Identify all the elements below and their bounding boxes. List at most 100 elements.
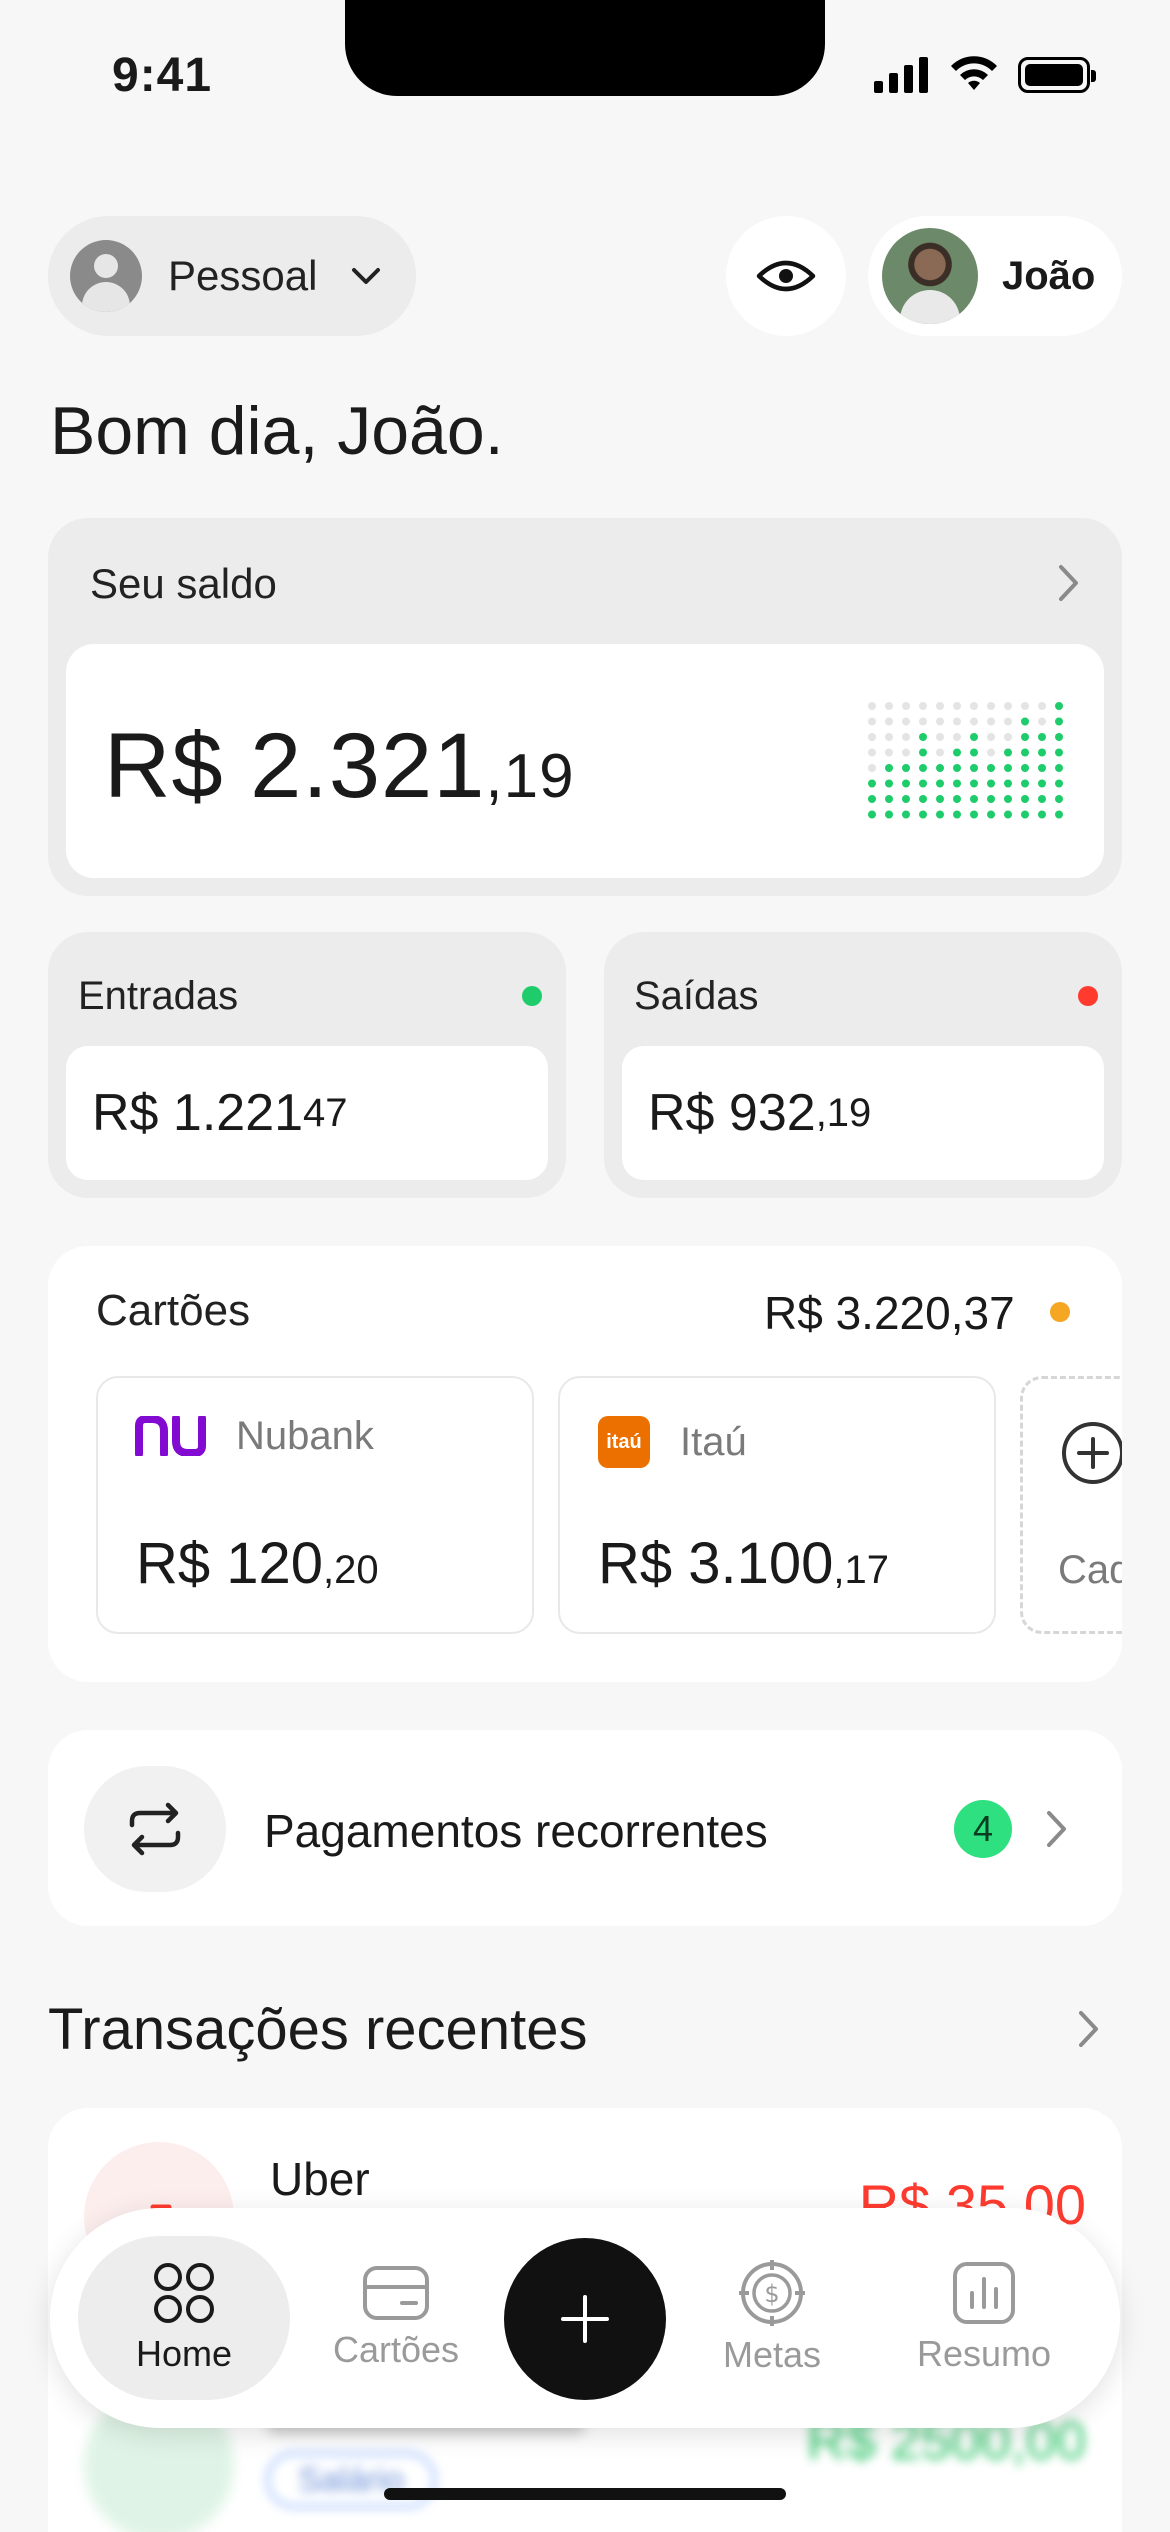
- tab-goals[interactable]: $ Metas: [666, 2236, 878, 2400]
- sparkline-dot: [987, 795, 995, 803]
- sparkline-dot: [987, 748, 995, 757]
- sparkline-dot: [1038, 810, 1046, 819]
- sparkline-dot: [936, 748, 944, 757]
- sparkline-dot: [902, 779, 910, 788]
- toggle-visibility-button[interactable]: [726, 216, 846, 336]
- sparkline-dot: [868, 795, 876, 803]
- user-profile-button[interactable]: João: [868, 216, 1122, 336]
- sparkline-dot: [1055, 717, 1063, 726]
- tab-cards-label: Cartões: [332, 2329, 460, 2370]
- eye-icon: [756, 260, 816, 292]
- add-card-label: Cad: [1058, 1548, 1132, 1592]
- sparkline-dot: [885, 702, 893, 710]
- transaction-name[interactable]: Uber: [270, 2152, 370, 2206]
- itau-amount-cents: ,17: [833, 1548, 890, 1592]
- chevron-right-icon[interactable]: [1078, 2010, 1100, 2048]
- sparkline-dot: [970, 810, 978, 819]
- sparkline-dot: [1055, 748, 1063, 757]
- sparkline-dot: [1055, 733, 1063, 741]
- sparkline-dot: [868, 717, 876, 726]
- chevron-right-icon: [1047, 1811, 1066, 1847]
- user-avatar: [882, 228, 978, 324]
- sparkline-dot: [987, 733, 995, 741]
- sparkline-dot: [987, 779, 995, 788]
- sparkline-dot: [902, 717, 910, 726]
- sparkline-dot: [936, 702, 944, 710]
- sparkline-dot: [936, 810, 944, 819]
- profile-selector-label: Pessoal: [168, 252, 318, 299]
- cards-title: Cartões: [96, 1286, 251, 1335]
- sparkline-dot: [953, 733, 961, 741]
- sparkline-dot: [919, 748, 927, 757]
- sparkline-dot: [1038, 795, 1046, 803]
- sparkline-dot: [936, 779, 944, 788]
- expenses-title: Saídas: [634, 974, 759, 1018]
- balance-sparkline-dots: [868, 702, 1063, 819]
- status-time: 9:41: [112, 49, 213, 102]
- sparkline-dot: [1038, 702, 1046, 710]
- sparkline-dot: [885, 717, 893, 726]
- sparkline-dot: [953, 810, 961, 819]
- wifi-icon: [951, 56, 997, 90]
- sparkline-dot: [1021, 702, 1029, 710]
- add-transaction-button[interactable]: [504, 2238, 666, 2400]
- generic-avatar-icon: [70, 240, 142, 312]
- sparkline-dot: [987, 702, 995, 710]
- sparkline-dot: [1021, 795, 1029, 803]
- scroll-clip: [1122, 1246, 1170, 1682]
- device-notch: [345, 0, 825, 96]
- sparkline-dot: [970, 748, 978, 757]
- tab-cards[interactable]: Cartões: [290, 2236, 502, 2400]
- tab-goals-label: Metas: [722, 2334, 822, 2375]
- sparkline-dot: [970, 795, 978, 803]
- sparkline-dot: [902, 748, 910, 757]
- sparkline-dot: [970, 702, 978, 710]
- sparkline-dot: [902, 810, 910, 819]
- sparkline-dot: [936, 733, 944, 741]
- balance-title: Seu saldo: [90, 560, 277, 607]
- sparkline-dot: [1055, 702, 1063, 710]
- sparkline-dot: [936, 764, 944, 772]
- sparkline-dot: [885, 764, 893, 772]
- tab-home[interactable]: Home: [78, 2236, 290, 2400]
- sparkline-dot: [1004, 810, 1012, 819]
- sparkline-dot: [868, 733, 876, 741]
- sparkline-dot: [919, 795, 927, 803]
- chevron-right-icon: [1059, 565, 1078, 601]
- sparkline-dot: [868, 748, 876, 757]
- recurring-payments-label: Pagamentos recorrentes: [264, 1805, 768, 1857]
- sparkline-dot: [919, 810, 927, 819]
- profile-selector[interactable]: Pessoal: [48, 216, 416, 336]
- sparkline-dot: [1038, 764, 1046, 772]
- bar-chart-icon: [953, 2262, 1015, 2324]
- chevron-down-icon: [352, 268, 381, 284]
- sparkline-dot: [953, 779, 961, 788]
- sparkline-dot: [936, 717, 944, 726]
- sparkline-dot: [885, 748, 893, 757]
- income-amount: R$ 1.221 47: [66, 1046, 548, 1180]
- user-name: João: [1002, 253, 1096, 298]
- expenses-amount: R$ 932,19: [622, 1046, 1104, 1180]
- sparkline-dot: [936, 795, 944, 803]
- income-amount-main: R$ 1.221: [92, 1084, 304, 1142]
- nubank-logo-icon: [135, 1416, 206, 1456]
- sparkline-dot: [1055, 764, 1063, 772]
- sparkline-dot: [919, 717, 927, 726]
- sparkline-dot: [970, 764, 978, 772]
- sparkline-dot: [1055, 779, 1063, 788]
- cards-total-main: R$ 3.220: [764, 1287, 951, 1339]
- expenses-amount-main: R$ 932: [648, 1084, 816, 1142]
- sparkline-dot: [885, 795, 893, 803]
- sparkline-dot: [987, 764, 995, 772]
- sparkline-dot: [885, 810, 893, 819]
- sparkline-dot: [902, 733, 910, 741]
- sparkline-dot: [919, 764, 927, 772]
- sparkline-dot: [902, 764, 910, 772]
- sparkline-dot: [953, 748, 961, 757]
- itau-logo-icon: itaú: [598, 1416, 650, 1468]
- home-indicator: [384, 2488, 786, 2500]
- home-grid-icon: [154, 2263, 214, 2323]
- tab-summary[interactable]: Resumo: [878, 2236, 1090, 2400]
- add-circle-icon: [1062, 1422, 1124, 1484]
- nubank-card-amount: R$ 120,20: [136, 1530, 379, 1597]
